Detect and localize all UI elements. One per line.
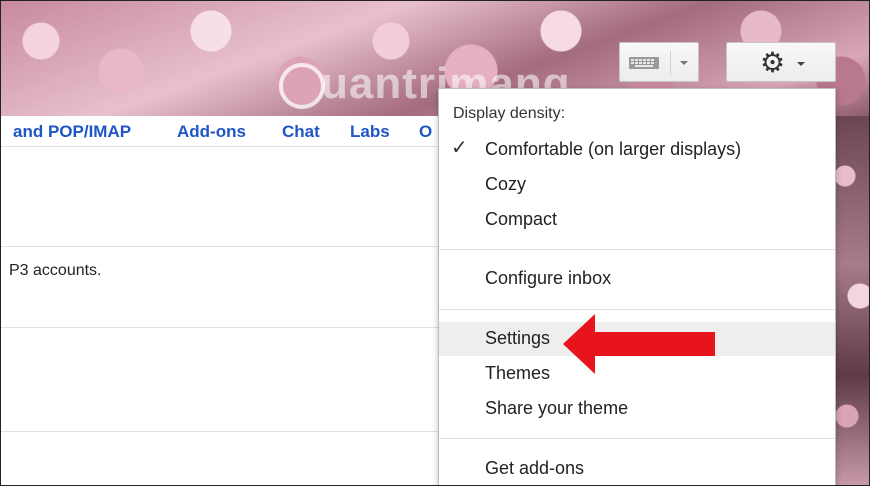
theme-background <box>835 116 869 485</box>
menu-item-label: Themes <box>485 363 551 383</box>
menu-item-compact[interactable]: Compact <box>439 203 835 237</box>
chevron-down-icon[interactable] <box>680 61 688 65</box>
red-arrow-annotation <box>563 314 715 374</box>
divider <box>1 246 441 247</box>
menu-item-label: Settings <box>485 328 551 348</box>
menu-item-label: Share your theme <box>485 398 629 418</box>
tab-labs[interactable]: Labs <box>350 122 390 142</box>
menu-item-label: Cozy <box>485 174 527 194</box>
settings-dropdown-menu: Display density: ✓ Comfortable (on large… <box>438 88 836 485</box>
menu-item-label: Get add-ons <box>485 458 585 478</box>
menu-separator <box>439 309 835 310</box>
menu-item-share-theme[interactable]: Share your theme <box>439 392 835 426</box>
menu-item-get-add-ons[interactable]: Get add-ons <box>439 452 835 485</box>
checkmark-icon: ✓ <box>451 137 468 159</box>
menu-item-configure-inbox[interactable]: Configure inbox <box>439 262 835 296</box>
settings-tabs: and POP/IMAP Add-ons Chat Labs O <box>1 116 441 146</box>
keyboard-icon <box>629 57 659 69</box>
menu-item-label: Configure inbox <box>485 268 612 288</box>
display-density-header: Display density: <box>453 105 566 122</box>
app-window: uantrimang ⚙ and POP/IMAP Add-ons Chat L… <box>0 0 870 486</box>
menu-separator <box>439 438 835 439</box>
menu-item-cozy[interactable]: Cozy <box>439 168 835 202</box>
divider <box>1 146 441 147</box>
chevron-down-icon <box>797 62 805 66</box>
menu-item-label: Compact <box>485 209 558 229</box>
divider <box>1 431 441 432</box>
divider <box>670 51 671 75</box>
tab-offline[interactable]: O <box>419 122 432 142</box>
keyboard-button[interactable] <box>619 42 699 82</box>
settings-gear-button[interactable]: ⚙ <box>726 42 836 82</box>
menu-separator <box>439 249 835 250</box>
gear-icon: ⚙ <box>760 47 786 78</box>
tab-chat[interactable]: Chat <box>282 122 320 142</box>
menu-item-label: Comfortable (on larger displays) <box>485 139 742 159</box>
tab-forwarding-pop-imap[interactable]: and POP/IMAP <box>13 122 131 142</box>
menu-item-comfortable[interactable]: ✓ Comfortable (on larger displays) <box>439 133 835 167</box>
settings-description: P3 accounts. <box>9 262 102 279</box>
divider <box>1 327 441 328</box>
tab-add-ons[interactable]: Add-ons <box>177 122 246 142</box>
